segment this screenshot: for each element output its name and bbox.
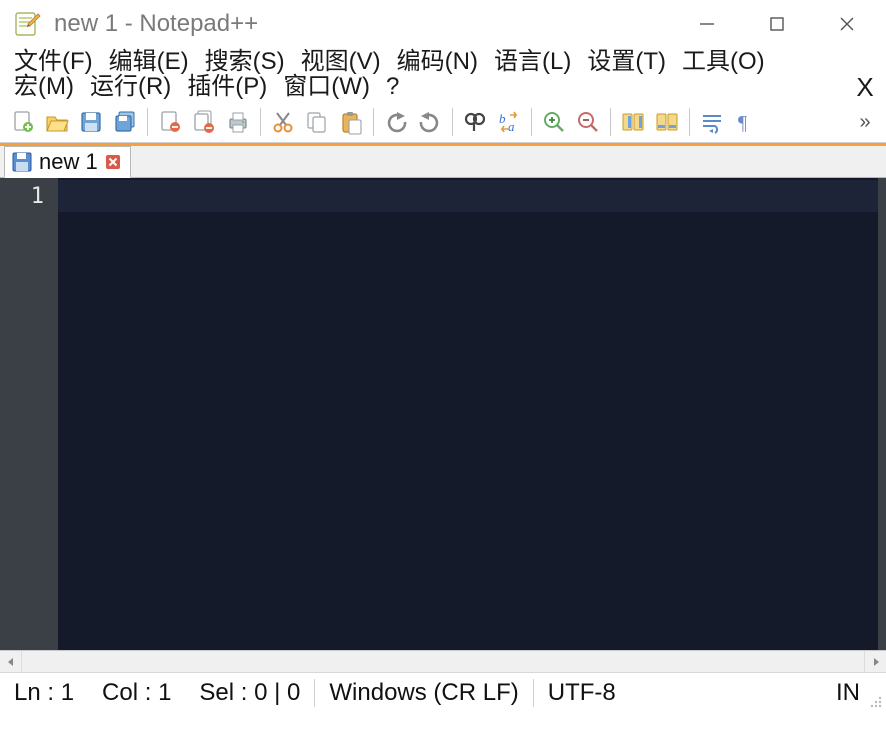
statusbar: Ln : 1 Col : 1 Sel : 0 | 0 Windows (CR L… — [0, 672, 886, 712]
close-all-button[interactable] — [187, 105, 221, 139]
maximize-button[interactable] — [742, 0, 812, 48]
menu-help[interactable]: ? — [378, 75, 407, 99]
status-insert-mode[interactable]: IN — [822, 679, 862, 707]
tab-label: new 1 — [39, 149, 98, 175]
replace-button[interactable]: ba — [492, 105, 526, 139]
menu-close-doc[interactable]: X — [850, 74, 880, 100]
code-area[interactable] — [58, 178, 886, 650]
scroll-right-button[interactable] — [864, 651, 886, 672]
toolbar-separator — [373, 108, 374, 136]
toolbar-separator — [610, 108, 611, 136]
toolbar-separator — [452, 108, 453, 136]
menu-run[interactable]: 运行(R) — [82, 75, 179, 99]
menu-settings[interactable]: 设置(T) — [579, 50, 674, 74]
menu-file[interactable]: 文件(F) — [6, 50, 101, 74]
toolbar-separator — [689, 108, 690, 136]
current-line-highlight — [58, 180, 878, 212]
disk-icon — [11, 151, 33, 173]
tab-new1[interactable]: new 1 — [4, 146, 131, 178]
menu-language[interactable]: 语言(L) — [486, 50, 579, 74]
minimize-button[interactable] — [672, 0, 742, 48]
open-file-button[interactable] — [40, 105, 74, 139]
status-sel: Sel : 0 | 0 — [185, 679, 314, 707]
svg-text:b: b — [499, 111, 506, 126]
resize-grip[interactable] — [862, 674, 886, 712]
close-file-button[interactable] — [153, 105, 187, 139]
horizontal-scrollbar[interactable] — [0, 650, 886, 672]
redo-button[interactable] — [413, 105, 447, 139]
status-line: Ln : 1 — [0, 679, 88, 707]
zoom-in-button[interactable] — [537, 105, 571, 139]
titlebar: new 1 - Notepad++ — [0, 0, 886, 48]
window-title: new 1 - Notepad++ — [54, 10, 258, 38]
status-col: Col : 1 — [88, 679, 185, 707]
status-encoding[interactable]: UTF-8 — [534, 679, 630, 707]
menu-view[interactable]: 视图(V) — [293, 50, 389, 74]
new-file-button[interactable] — [6, 105, 40, 139]
find-button[interactable] — [458, 105, 492, 139]
line-number: 1 — [0, 184, 44, 209]
menubar: 文件(F) 编辑(E) 搜索(S) 视图(V) 编码(N) 语言(L) 设置(T… — [0, 48, 886, 102]
cut-button[interactable] — [266, 105, 300, 139]
toolbar-separator — [147, 108, 148, 136]
save-all-button[interactable] — [108, 105, 142, 139]
menu-plugins[interactable]: 插件(P) — [179, 75, 275, 99]
print-button[interactable] — [221, 105, 255, 139]
app-icon — [14, 10, 42, 38]
menu-edit[interactable]: 编辑(E) — [101, 50, 197, 74]
close-button[interactable] — [812, 0, 882, 48]
toolbar-separator — [260, 108, 261, 136]
chevron-right-icon: » — [859, 111, 870, 134]
menu-tools[interactable]: 工具(O) — [674, 50, 773, 74]
svg-text:¶: ¶ — [738, 112, 747, 134]
sync-hscroll-button[interactable] — [650, 105, 684, 139]
toolbar: ba ¶ » — [0, 102, 886, 142]
status-eol[interactable]: Windows (CR LF) — [315, 679, 532, 707]
menu-macro[interactable]: 宏(M) — [6, 75, 82, 99]
paste-button[interactable] — [334, 105, 368, 139]
undo-button[interactable] — [379, 105, 413, 139]
sync-vscroll-button[interactable] — [616, 105, 650, 139]
tab-strip: new 1 — [0, 142, 886, 178]
toolbar-separator — [531, 108, 532, 136]
zoom-out-button[interactable] — [571, 105, 605, 139]
menu-window[interactable]: 窗口(W) — [275, 75, 378, 99]
copy-button[interactable] — [300, 105, 334, 139]
tab-close-button[interactable] — [104, 153, 122, 171]
toolbar-overflow-button[interactable]: » — [850, 105, 880, 139]
word-wrap-button[interactable] — [695, 105, 729, 139]
show-symbols-button[interactable]: ¶ — [729, 105, 763, 139]
editor-area: 1 — [0, 178, 886, 650]
save-button[interactable] — [74, 105, 108, 139]
svg-text:a: a — [508, 119, 515, 134]
menu-encoding[interactable]: 编码(N) — [389, 50, 486, 74]
menu-search[interactable]: 搜索(S) — [197, 50, 293, 74]
scroll-left-button[interactable] — [0, 651, 22, 672]
line-gutter: 1 — [0, 178, 58, 650]
